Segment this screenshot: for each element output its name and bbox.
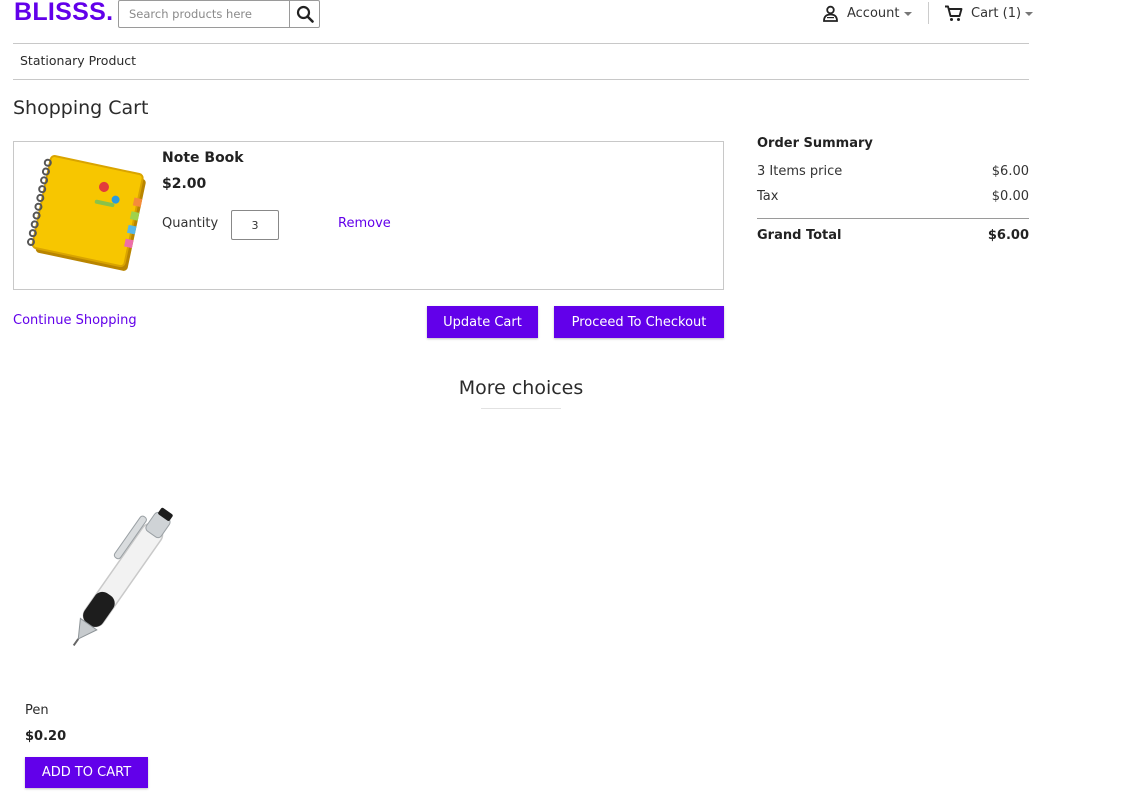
grand-total-label: Grand Total <box>757 228 842 243</box>
item-price: $2.00 <box>162 176 207 192</box>
account-label: Account <box>847 5 900 21</box>
product-price: $0.20 <box>25 729 67 744</box>
logo-text: BLISSS <box>14 0 107 26</box>
header: BLISSS. Account Cart (1) <box>0 0 1040 44</box>
more-choices-title: More choices <box>458 377 584 399</box>
product-card: Pen $0.20 ADD TO CART <box>13 440 213 800</box>
cart-menu[interactable]: Cart (1) <box>944 3 1034 23</box>
summary-row-label: 3 Items price <box>757 164 843 179</box>
summary-row-value: $6.00 <box>991 164 1029 179</box>
cart-icon <box>945 5 963 21</box>
title-underline <box>481 408 561 409</box>
pen-image <box>72 507 173 647</box>
update-cart-button[interactable]: Update Cart <box>427 306 538 338</box>
search-button[interactable] <box>289 1 319 27</box>
chevron-down-icon <box>903 12 912 16</box>
order-summary-title: Order Summary <box>757 136 873 151</box>
search-icon <box>296 5 314 23</box>
remove-link[interactable]: Remove <box>338 216 391 231</box>
search-input[interactable] <box>120 2 290 26</box>
add-to-cart-button[interactable]: ADD TO CART <box>25 757 148 788</box>
nav-item-stationary[interactable]: Stationary Product <box>20 53 136 68</box>
product-name[interactable]: Pen <box>25 703 49 718</box>
page-title: Shopping Cart <box>13 97 149 119</box>
notebook-image <box>26 155 146 271</box>
logo-dot: . <box>106 0 114 26</box>
quantity-input[interactable] <box>231 210 279 240</box>
logo[interactable]: BLISSS. <box>14 0 113 27</box>
account-menu[interactable]: Account <box>822 3 912 23</box>
summary-row: 3 Items price $6.00 <box>757 164 1029 179</box>
cart-item: Note Book $2.00 Quantity Remove <box>13 141 724 290</box>
summary-divider <box>757 218 1029 219</box>
search-box <box>118 0 320 28</box>
summary-row: Tax $0.00 <box>757 189 1029 204</box>
continue-shopping-link[interactable]: Continue Shopping <box>13 313 137 328</box>
cart-label: Cart (1) <box>971 5 1022 21</box>
grand-total-value: $6.00 <box>987 228 1029 243</box>
quantity-label: Quantity <box>162 216 219 231</box>
summary-row-label: Tax <box>757 189 779 204</box>
divider <box>13 43 1029 44</box>
proceed-to-checkout-button[interactable]: Proceed To Checkout <box>554 306 724 338</box>
user-icon <box>823 5 838 22</box>
header-divider <box>928 2 929 24</box>
chevron-down-icon <box>1025 12 1034 16</box>
grand-total-row: Grand Total $6.00 <box>757 228 1029 243</box>
item-name[interactable]: Note Book <box>162 150 244 166</box>
divider <box>13 79 1029 80</box>
summary-row-value: $0.00 <box>991 189 1029 204</box>
